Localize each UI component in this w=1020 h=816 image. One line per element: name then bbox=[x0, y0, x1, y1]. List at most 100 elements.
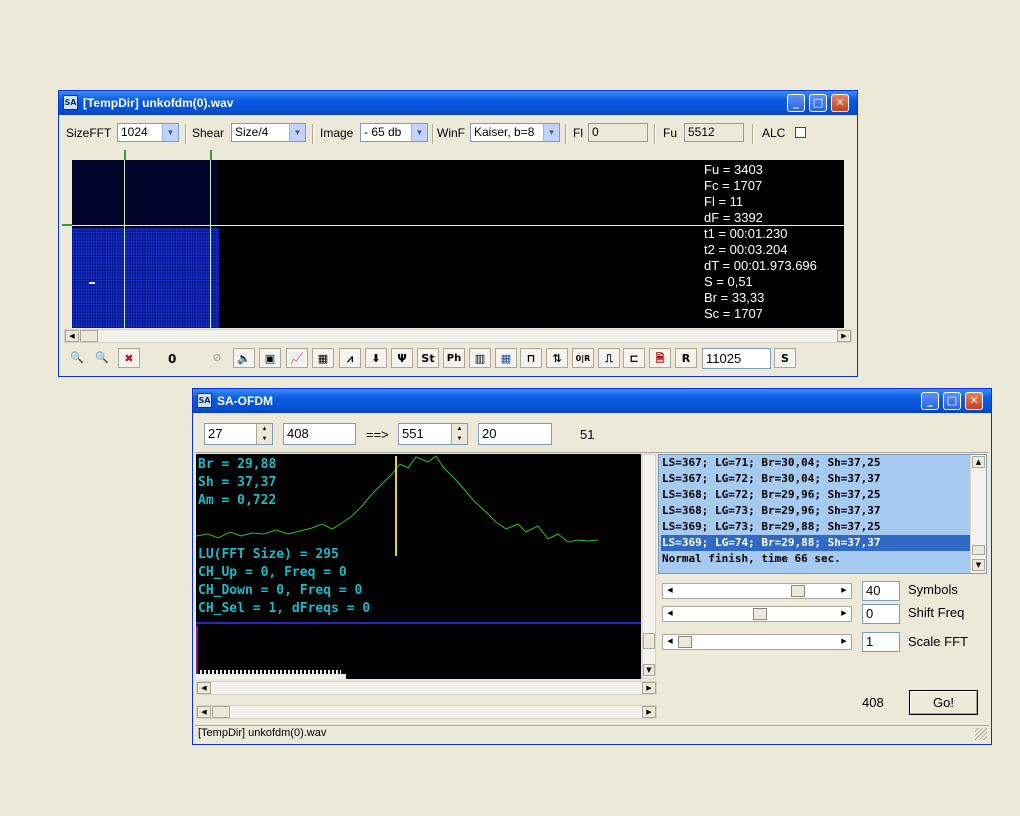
scroll-up-arrow[interactable]: ▲ bbox=[972, 456, 985, 468]
slider-left-arrow[interactable]: ◀ bbox=[663, 608, 677, 620]
signal-icon[interactable]: ⊏ bbox=[623, 348, 645, 368]
fu-field[interactable]: 5512 bbox=[684, 123, 744, 142]
alc-checkbox[interactable] bbox=[795, 127, 806, 138]
value-field-2[interactable]: 20 bbox=[478, 423, 552, 445]
speaker-icon[interactable]: 🔈 bbox=[233, 348, 255, 368]
spinner-arrows-icon[interactable]: ▲ ▼ bbox=[256, 424, 272, 444]
guard-length-spinner[interactable]: 551 ▲ ▼ bbox=[398, 423, 468, 445]
zoom-in-icon[interactable]: 🔍 bbox=[66, 348, 88, 368]
fft-window-title: [TempDir] unkofdm(0).wav bbox=[83, 96, 234, 110]
spectrogram-hscroll[interactable]: ◀ ▶ bbox=[64, 329, 852, 343]
s-button[interactable]: S bbox=[774, 348, 796, 368]
spectrogram[interactable]: Fu = 3403 Fc = 1707 Fl = 11 dF = 3392 t1 = 0… bbox=[72, 160, 844, 328]
scroll-thumb[interactable] bbox=[80, 330, 98, 342]
chart-icon[interactable]: 📈 bbox=[286, 348, 308, 368]
chevron-down-icon[interactable]: ▼ bbox=[289, 124, 305, 141]
winf-select[interactable]: Kaiser, b=8 ▼ bbox=[470, 123, 560, 142]
value-field-1[interactable]: 408 bbox=[283, 423, 356, 445]
scroll-thumb[interactable] bbox=[212, 706, 230, 718]
list-vscroll[interactable]: ▲ ▼ bbox=[970, 455, 986, 573]
scroll-left-arrow[interactable]: ◀ bbox=[65, 330, 79, 342]
chevron-down-icon[interactable]: ▼ bbox=[543, 124, 559, 141]
image-select[interactable]: - 65 db ▼ bbox=[360, 123, 428, 142]
symbol-length-spinner[interactable]: 27 ▲ ▼ bbox=[204, 423, 273, 445]
spectrum-icon[interactable]: ⩘ bbox=[339, 348, 361, 368]
step-icon[interactable]: ⎍ bbox=[598, 348, 620, 368]
slider-right-arrow[interactable]: ▶ bbox=[837, 608, 851, 620]
delete-icon[interactable]: ✖ bbox=[118, 348, 140, 368]
lr-icon[interactable]: 0|R bbox=[572, 348, 594, 368]
list-item[interactable]: LS=368; LG=72; Br=29,96; Sh=37,25 bbox=[661, 487, 972, 503]
bottom-value: 408 bbox=[862, 695, 884, 710]
list-item[interactable]: LS=367; LG=72; Br=30,04; Sh=37,37 bbox=[661, 471, 972, 487]
scroll-right-arrow[interactable]: ▶ bbox=[642, 706, 656, 718]
scroll-down-arrow[interactable]: ▼ bbox=[972, 559, 985, 571]
shift-freq-slider[interactable]: ◀ ▶ bbox=[662, 606, 852, 622]
cursor-line-t2[interactable] bbox=[210, 160, 211, 328]
frame-icon[interactable]: ▣ bbox=[259, 348, 281, 368]
spectrogram-noise bbox=[72, 228, 219, 328]
ofdm-graph[interactable]: Br = 29,88 Sh = 37,37 Am = 0,722 LU(FFT Si… bbox=[196, 454, 641, 679]
scroll-left-arrow[interactable]: ◀ bbox=[197, 682, 211, 694]
pulse-icon[interactable]: ⊓ bbox=[520, 348, 542, 368]
sort-icon[interactable]: ⇅ bbox=[546, 348, 568, 368]
chevron-down-icon[interactable]: ▼ bbox=[411, 124, 427, 141]
graph-text-line: CH_Up = 0, Freq = 0 bbox=[198, 565, 347, 580]
slider-thumb[interactable] bbox=[678, 636, 692, 648]
sample-rate-field[interactable]: 11025 bbox=[702, 348, 771, 369]
zoom-out-icon[interactable]: 🔍 bbox=[91, 348, 113, 368]
slider-thumb[interactable] bbox=[791, 585, 805, 597]
r-button[interactable]: R bbox=[675, 348, 697, 368]
go-button[interactable]: Go! bbox=[909, 690, 978, 715]
list-item[interactable]: LS=369; LG=73; Br=29,88; Sh=37,25 bbox=[661, 519, 972, 535]
list-item[interactable]: Normal finish, time 66 sec. bbox=[661, 551, 972, 567]
maximize-button[interactable]: □ bbox=[943, 392, 961, 410]
slider-left-arrow[interactable]: ◀ bbox=[663, 636, 677, 648]
grid-icon[interactable]: ▦ bbox=[312, 348, 334, 368]
scroll-down-arrow[interactable]: ▼ bbox=[643, 664, 655, 676]
stop-icon[interactable]: ⊘ bbox=[206, 348, 228, 368]
close-button[interactable]: ✕ bbox=[965, 392, 983, 410]
close-button[interactable]: ✕ bbox=[831, 94, 849, 112]
st-button[interactable]: St bbox=[417, 348, 439, 368]
cursor-line-t1[interactable] bbox=[124, 160, 125, 328]
symbols-field[interactable]: 40 bbox=[862, 581, 900, 601]
minimize-button[interactable]: _ bbox=[787, 94, 805, 112]
symbols-slider[interactable]: ◀ ▶ bbox=[662, 583, 852, 599]
graph-marker bbox=[196, 626, 198, 674]
ph-button[interactable]: Ph bbox=[443, 348, 465, 368]
scroll-thumb[interactable] bbox=[643, 633, 655, 649]
export-icon[interactable]: 🗎 bbox=[649, 348, 671, 368]
graph-vscroll[interactable]: ▼ bbox=[642, 454, 656, 679]
table-icon[interactable]: ▦ bbox=[495, 348, 517, 368]
slider-right-arrow[interactable]: ▶ bbox=[837, 585, 851, 597]
list-item[interactable]: LS=368; LG=73; Br=29,96; Sh=37,37 bbox=[661, 503, 972, 519]
ofdm-window-titlebar[interactable]: SA SA-OFDM _ □ ✕ bbox=[193, 389, 991, 413]
antenna-icon[interactable]: Ψ bbox=[391, 348, 413, 368]
maximize-button[interactable]: □ bbox=[809, 94, 827, 112]
fl-field[interactable]: 0 bbox=[588, 123, 648, 142]
minimize-button[interactable]: _ bbox=[921, 392, 939, 410]
scroll-right-arrow[interactable]: ▶ bbox=[837, 330, 851, 342]
spinner-arrows-icon[interactable]: ▲ ▼ bbox=[451, 424, 467, 444]
down-arrow-icon[interactable]: ⬇ bbox=[365, 348, 387, 368]
scale-fft-field[interactable]: 1 bbox=[862, 632, 900, 652]
list-item[interactable]: LS=369; LG=74; Br=29,88; Sh=37,37 bbox=[661, 535, 970, 551]
graph-hscroll-1[interactable]: ◀ ▶ bbox=[196, 681, 657, 695]
shift-freq-field[interactable]: 0 bbox=[862, 604, 900, 624]
chevron-down-icon[interactable]: ▼ bbox=[162, 124, 178, 141]
graph-hscroll-2[interactable]: ◀ ▶ bbox=[196, 705, 657, 719]
slider-left-arrow[interactable]: ◀ bbox=[663, 585, 677, 597]
sizefft-select[interactable]: 1024 ▼ bbox=[117, 123, 179, 142]
list-item[interactable]: LS=367; LG=71; Br=30,04; Sh=37,25 bbox=[661, 455, 972, 471]
slider-right-arrow[interactable]: ▶ bbox=[837, 636, 851, 648]
slider-thumb[interactable] bbox=[753, 608, 767, 620]
scale-fft-slider[interactable]: ◀ ▶ bbox=[662, 634, 852, 650]
resize-grip-icon[interactable] bbox=[975, 728, 987, 740]
fft-window-titlebar[interactable]: SA [TempDir] unkofdm(0).wav _ □ ✕ bbox=[59, 91, 857, 115]
scroll-thumb[interactable] bbox=[972, 545, 985, 555]
scroll-right-arrow[interactable]: ▶ bbox=[642, 682, 656, 694]
bars-icon[interactable]: ▥ bbox=[469, 348, 491, 368]
scroll-left-arrow[interactable]: ◀ bbox=[197, 706, 211, 718]
shear-select[interactable]: Size/4 ▼ bbox=[231, 123, 306, 142]
